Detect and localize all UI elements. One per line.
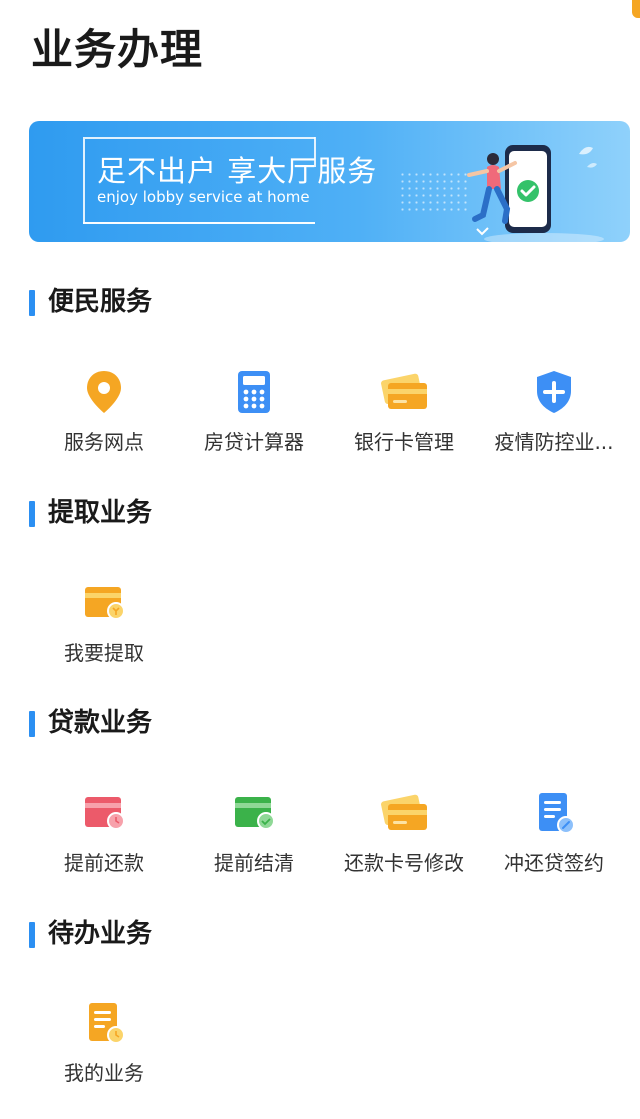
mortgage-calculator-item[interactable]: 房贷计算器 [179, 367, 329, 467]
promo-banner[interactable]: 足不出户 享大厅服务 enjoy lobby service at home [29, 121, 630, 242]
service-outlets-item[interactable]: 服务网点 [29, 367, 179, 467]
page-title: 业务办理 [31, 25, 204, 74]
service-label: 银行卡管理 [354, 430, 454, 454]
my-business-item[interactable]: 我的业务 [29, 998, 179, 1098]
bank-card-management-item[interactable]: 银行卡管理 [329, 367, 479, 467]
card-clock-icon [79, 788, 129, 838]
bank-card-icon [379, 788, 429, 838]
document-clock-icon [79, 998, 129, 1048]
epidemic-control-item[interactable]: 疫情防控业... [479, 367, 629, 467]
section-accent-bar [29, 922, 35, 948]
wallet-withdraw-icon [79, 578, 129, 628]
section-accent-bar [29, 711, 35, 737]
repayment-card-change-item[interactable]: 还款卡号修改 [329, 788, 479, 888]
withdraw-item[interactable]: 我要提取 [29, 578, 179, 678]
offset-loan-signing-item[interactable]: 冲还贷签约 [479, 788, 629, 888]
card-check-icon [229, 788, 279, 838]
service-label: 还款卡号修改 [344, 851, 464, 875]
early-settlement-item[interactable]: 提前结清 [179, 788, 329, 888]
corner-tag [632, 0, 640, 18]
banner-frame-line [83, 222, 315, 224]
service-label: 疫情防控业... [494, 430, 614, 454]
service-label: 提前还款 [64, 851, 144, 875]
calculator-icon [229, 367, 279, 417]
phone-illustration-icon [467, 145, 604, 242]
shield-plus-icon [529, 367, 579, 417]
service-label: 我的业务 [64, 1061, 144, 1085]
early-repayment-item[interactable]: 提前还款 [29, 788, 179, 888]
location-pin-icon [79, 367, 129, 417]
section-title: 贷款业务 [48, 708, 153, 738]
document-edit-icon [529, 788, 579, 838]
section-title: 提取业务 [48, 498, 153, 528]
service-label: 冲还贷签约 [504, 851, 604, 875]
service-label: 服务网点 [64, 430, 144, 454]
section-title: 便民服务 [48, 287, 153, 317]
service-label: 我要提取 [64, 641, 144, 665]
banner-subtitle: enjoy lobby service at home [97, 188, 310, 206]
service-label: 提前结清 [214, 851, 294, 875]
service-label: 房贷计算器 [204, 430, 304, 454]
banner-title: 足不出户 享大厅服务 [97, 154, 378, 188]
bank-card-icon [379, 367, 429, 417]
section-accent-bar [29, 501, 35, 527]
section-accent-bar [29, 290, 35, 316]
section-title: 待办业务 [48, 919, 153, 949]
